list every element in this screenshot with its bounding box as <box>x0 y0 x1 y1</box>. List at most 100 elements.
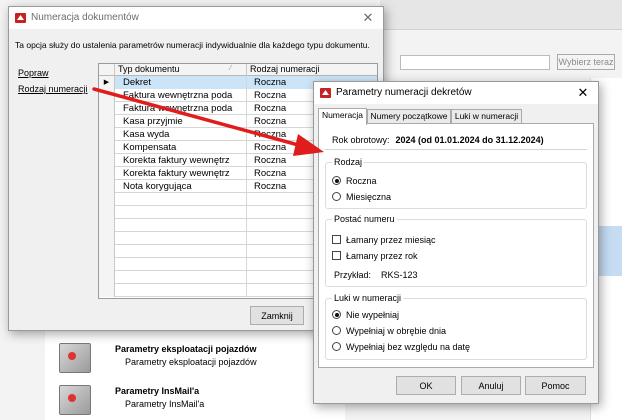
list-item[interactable]: Parametry eksploatacji pojazdów Parametr… <box>45 340 345 376</box>
row-indicator[interactable] <box>99 271 115 284</box>
cell-document-type[interactable]: Kasa wyda <box>115 128 247 141</box>
background-toolbar <box>380 0 622 30</box>
example-number: Przykład: RKS-123 <box>334 270 418 280</box>
decree-numbering-dialog: Parametry numeracji dekretów ✕ Numeracja… <box>313 81 599 404</box>
radio-gaps-day-label: Wypełniaj w obrębie dnia <box>346 326 446 336</box>
row-indicator[interactable] <box>99 180 115 193</box>
radio-yearly-label: Roczna <box>346 176 377 186</box>
row-indicator[interactable] <box>99 258 115 271</box>
cell-document-type[interactable] <box>115 232 247 245</box>
cell-document-type[interactable] <box>115 245 247 258</box>
column-header-type[interactable]: Typ dokumentu <box>115 64 247 76</box>
example-value: RKS-123 <box>381 270 418 280</box>
row-indicator[interactable] <box>99 232 115 245</box>
ok-button[interactable]: OK <box>396 376 456 395</box>
help-button[interactable]: Pomoc <box>525 376 586 395</box>
close-icon[interactable]: ✕ <box>358 9 378 27</box>
list-item[interactable]: Parametry InsMail'a Parametry InsMail'a <box>45 382 345 418</box>
tab-start-numbers[interactable]: Numery początkowe <box>367 109 451 124</box>
settings-document-icon <box>59 385 91 415</box>
radio-yearly[interactable]: Roczna <box>332 175 377 187</box>
row-indicator[interactable] <box>99 115 115 128</box>
row-indicator[interactable] <box>99 193 115 206</box>
checkbox-icon[interactable] <box>332 251 341 260</box>
tab-gaps[interactable]: Luki w numeracji <box>451 109 522 124</box>
cell-document-type[interactable] <box>115 258 247 271</box>
row-indicator[interactable] <box>99 141 115 154</box>
fiscal-year-label: Rok obrotowy: <box>332 135 390 145</box>
list-item-subtitle: Parametry InsMail'a <box>125 399 205 409</box>
number-format-group-title: Postać numeru <box>332 214 397 224</box>
checkbox-icon[interactable] <box>332 235 341 244</box>
settings-document-icon <box>59 343 91 373</box>
cell-document-type[interactable]: Korekta faktury wewnętrz <box>115 167 247 180</box>
list-item-title: Parametry InsMail'a <box>115 386 200 396</box>
row-indicator[interactable] <box>99 102 115 115</box>
example-label: Przykład: <box>334 270 372 280</box>
window-title: Numeracja dokumentów <box>31 12 139 23</box>
cell-document-type[interactable]: Korekta faktury wewnętrz <box>115 154 247 167</box>
radio-gaps-day[interactable]: Wypełniaj w obrębie dnia <box>332 325 446 337</box>
divider <box>325 149 587 150</box>
cell-document-type[interactable]: Kasa przyjmie <box>115 115 247 128</box>
list-item-title: Parametry eksploatacji pojazdów <box>115 344 257 354</box>
checkbox-split-month[interactable]: Łamany przez miesiąc <box>332 234 436 246</box>
radio-empty-icon[interactable] <box>332 342 341 351</box>
row-indicator[interactable] <box>99 167 115 180</box>
background-select-button[interactable]: Wybierz teraz <box>557 54 615 70</box>
radio-gaps-none-label: Nie wypełniaj <box>346 310 400 320</box>
current-row-pointer-icon[interactable]: ▶ <box>99 76 115 89</box>
checkbox-split-year-label: Łamany przez rok <box>346 251 418 261</box>
radio-gaps-any[interactable]: Wypełniaj bez względu na datę <box>332 341 470 353</box>
cell-document-type[interactable]: Faktura wewnętrzna poda <box>115 89 247 102</box>
row-indicator[interactable] <box>99 284 115 297</box>
cell-document-type[interactable] <box>115 284 247 297</box>
edit-link[interactable]: Popraw <box>18 68 49 78</box>
close-icon[interactable]: ✕ <box>573 84 593 102</box>
radio-empty-icon[interactable] <box>332 192 341 201</box>
checkbox-split-month-label: Łamany przez miesiąc <box>346 235 436 245</box>
intro-text: Ta opcja służy do ustalenia parametrów n… <box>15 40 370 50</box>
cell-document-type[interactable]: Faktura wewnętrzna poda <box>115 102 247 115</box>
radio-monthly[interactable]: Miesięczna <box>332 191 391 203</box>
row-indicator[interactable] <box>99 219 115 232</box>
row-indicator[interactable] <box>99 245 115 258</box>
row-indicator[interactable] <box>99 154 115 167</box>
cell-document-type[interactable] <box>115 206 247 219</box>
radio-gaps-any-label: Wypełniaj bez względu na datę <box>346 342 470 352</box>
row-indicator-header <box>99 64 115 76</box>
column-header-kind[interactable]: Rodzaj numeracji <box>247 64 377 76</box>
dialog-title: Parametry numeracji dekretów <box>336 87 472 98</box>
title-bar: Numeracja dokumentów ✕ <box>9 7 383 29</box>
kind-group: Rodzaj Roczna Miesięczna <box>325 157 587 209</box>
numbering-kind-link[interactable]: Rodzaj numeracji <box>18 84 88 94</box>
gaps-group: Luki w numeracji Nie wypełniaj Wypełniaj… <box>325 293 587 360</box>
grid-header: Typ dokumentu ⁄ Rodzaj numeracji <box>99 64 377 76</box>
tab-numbering[interactable]: Numeracja <box>318 108 367 125</box>
radio-selected-icon[interactable] <box>332 310 341 319</box>
cell-document-type[interactable]: Dekret <box>115 76 247 89</box>
cell-document-type[interactable] <box>115 193 247 206</box>
radio-empty-icon[interactable] <box>332 326 341 335</box>
radio-gaps-none[interactable]: Nie wypełniaj <box>332 309 399 321</box>
title-bar: Parametry numeracji dekretów ✕ <box>314 82 598 104</box>
cell-document-type[interactable] <box>115 271 247 284</box>
background-search-input[interactable] <box>400 55 550 70</box>
row-indicator[interactable] <box>99 128 115 141</box>
row-indicator[interactable] <box>99 89 115 102</box>
radio-selected-icon[interactable] <box>332 176 341 185</box>
kind-group-title: Rodzaj <box>332 157 365 167</box>
radio-monthly-label: Miesięczna <box>346 192 392 202</box>
cell-document-type[interactable]: Kompensata <box>115 141 247 154</box>
row-indicator[interactable] <box>99 206 115 219</box>
fiscal-year-value: 2024 (od 01.01.2024 do 31.12.2024) <box>395 135 544 145</box>
gaps-group-title: Luki w numeracji <box>332 293 404 303</box>
cell-document-type[interactable] <box>115 219 247 232</box>
number-format-group: Postać numeru Łamany przez miesiąc Łaman… <box>325 214 587 287</box>
fiscal-year: Rok obrotowy: 2024 (od 01.01.2024 do 31.1… <box>332 135 544 145</box>
checkbox-split-year[interactable]: Łamany przez rok <box>332 250 418 262</box>
cancel-button[interactable]: Anuluj <box>461 376 521 395</box>
close-button[interactable]: Zamknij <box>250 306 304 325</box>
tab-panel-numbering: Rok obrotowy: 2024 (od 01.01.2024 do 31.1… <box>318 123 594 368</box>
cell-document-type[interactable]: Nota korygująca <box>115 180 247 193</box>
